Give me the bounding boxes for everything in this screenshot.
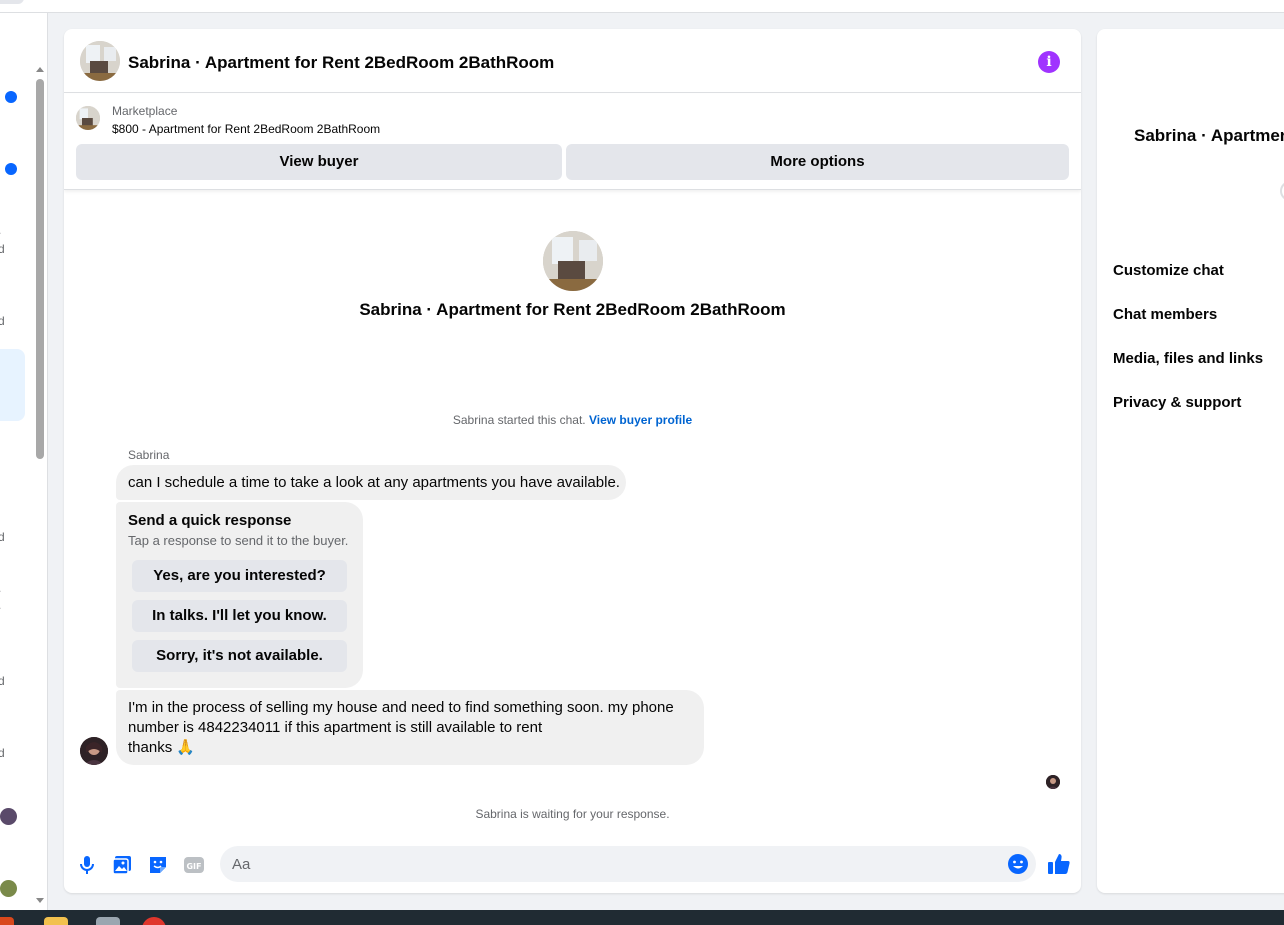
conversation-fragment[interactable]: d — [0, 242, 5, 256]
file-explorer-icon[interactable] — [44, 917, 68, 925]
chat-details-panel: Sabrina · Apartment Customize chat Chat … — [1097, 29, 1284, 893]
details-title: Sabrina · Apartment — [1134, 126, 1284, 145]
svg-text:GIF: GIF — [186, 862, 201, 871]
quick-response-not-available-button[interactable]: Sorry, it's not available. — [132, 640, 347, 672]
customize-chat-item[interactable]: Customize chat — [1113, 262, 1224, 279]
thumbs-up-icon[interactable] — [1046, 851, 1072, 877]
conversation-list: . d d . d . d d d — [0, 13, 48, 910]
conversation-fragment[interactable]: . — [0, 223, 1, 237]
chat-title: Sabrina · Apartment for Rent 2BedRoom 2B… — [128, 53, 555, 72]
profile-avatar[interactable] — [543, 231, 603, 291]
chat-header: Sabrina · Apartment for Rent 2BedRoom 2B… — [64, 29, 1081, 93]
message-composer: GIF — [64, 839, 1081, 893]
chat-members-item[interactable]: Chat members — [1113, 306, 1217, 323]
scroll-down-arrow-icon[interactable] — [36, 898, 44, 903]
message-bubble[interactable]: can I schedule a time to take a look at … — [116, 465, 626, 500]
media-files-links-item[interactable]: Media, files and links — [1113, 350, 1263, 367]
sticker-icon[interactable] — [146, 853, 170, 877]
conversation-fragment[interactable]: d — [0, 314, 5, 328]
conversation-fragment[interactable]: . — [0, 581, 1, 595]
avatar[interactable] — [0, 880, 17, 897]
message-line: I'm in the process of selling my house a… — [128, 699, 674, 716]
sender-name: Sabrina — [128, 448, 170, 462]
more-options-button[interactable]: More options — [566, 144, 1069, 180]
listing-source: Marketplace — [112, 104, 178, 118]
browser-icon[interactable] — [142, 917, 166, 925]
photo-icon[interactable] — [110, 853, 134, 877]
listing-title[interactable]: $800 - Apartment for Rent 2BedRoom 2Bath… — [112, 122, 380, 136]
start-icon[interactable] — [0, 917, 14, 925]
quick-response-yes-button[interactable]: Yes, are you interested? — [132, 560, 347, 592]
chat-started-text: Sabrina started this chat. — [452, 413, 586, 427]
sender-avatar[interactable] — [80, 737, 108, 765]
divider — [47, 13, 48, 910]
top-bar-control[interactable] — [0, 0, 24, 4]
microphone-icon[interactable] — [75, 853, 99, 877]
seen-avatar — [1046, 775, 1060, 789]
message-bubble[interactable]: I'm in the process of selling my house a… — [116, 690, 704, 765]
quick-response-card: Send a quick response Tap a response to … — [116, 502, 363, 688]
quick-response-subtitle: Tap a response to send it to the buyer. — [128, 533, 349, 548]
app-icon[interactable] — [96, 917, 120, 925]
listing-avatar[interactable] — [80, 41, 120, 81]
unread-dot — [5, 163, 17, 175]
scroll-up-arrow-icon[interactable] — [36, 67, 44, 72]
message-line: thanks 🙏 — [128, 739, 196, 756]
conversation-fragment[interactable]: d — [0, 674, 5, 688]
profile-name: Sabrina · Apartment for Rent 2BedRoom 2B… — [359, 300, 786, 319]
chat-window: Sabrina · Apartment for Rent 2BedRoom 2B… — [64, 29, 1081, 893]
selected-conversation[interactable] — [0, 349, 25, 421]
info-icon[interactable]: i — [1038, 51, 1060, 73]
privacy-support-item[interactable]: Privacy & support — [1113, 394, 1241, 411]
details-avatar[interactable] — [1280, 181, 1284, 201]
avatar[interactable] — [0, 808, 17, 825]
listing-banner: Marketplace $800 - Apartment for Rent 2B… — [64, 94, 1081, 190]
gif-icon[interactable]: GIF — [182, 853, 206, 877]
quick-response-title: Send a quick response — [128, 512, 292, 529]
view-buyer-button[interactable]: View buyer — [76, 144, 562, 180]
quick-response-in-talks-button[interactable]: In talks. I'll let you know. — [132, 600, 347, 632]
waiting-notice: Sabrina is waiting for your response. — [475, 807, 670, 821]
conversation-fragment[interactable]: d — [0, 530, 5, 544]
conversation-fragment[interactable]: . — [0, 598, 1, 612]
unread-dot — [5, 91, 17, 103]
listing-thumbnail[interactable] — [76, 106, 100, 130]
conversation-fragment[interactable]: d — [0, 746, 5, 760]
message-input[interactable] — [220, 846, 1036, 882]
scrollbar-thumb[interactable] — [36, 79, 44, 459]
emoji-icon[interactable] — [1007, 853, 1029, 875]
browser-top-bar — [0, 0, 1284, 13]
taskbar — [0, 910, 1284, 925]
message-line: number is 4842234011 if this apartment i… — [128, 719, 543, 736]
chat-started-notice: Sabrina started this chat. View buyer pr… — [64, 413, 1081, 427]
view-buyer-profile-link[interactable]: View buyer profile — [589, 413, 692, 427]
